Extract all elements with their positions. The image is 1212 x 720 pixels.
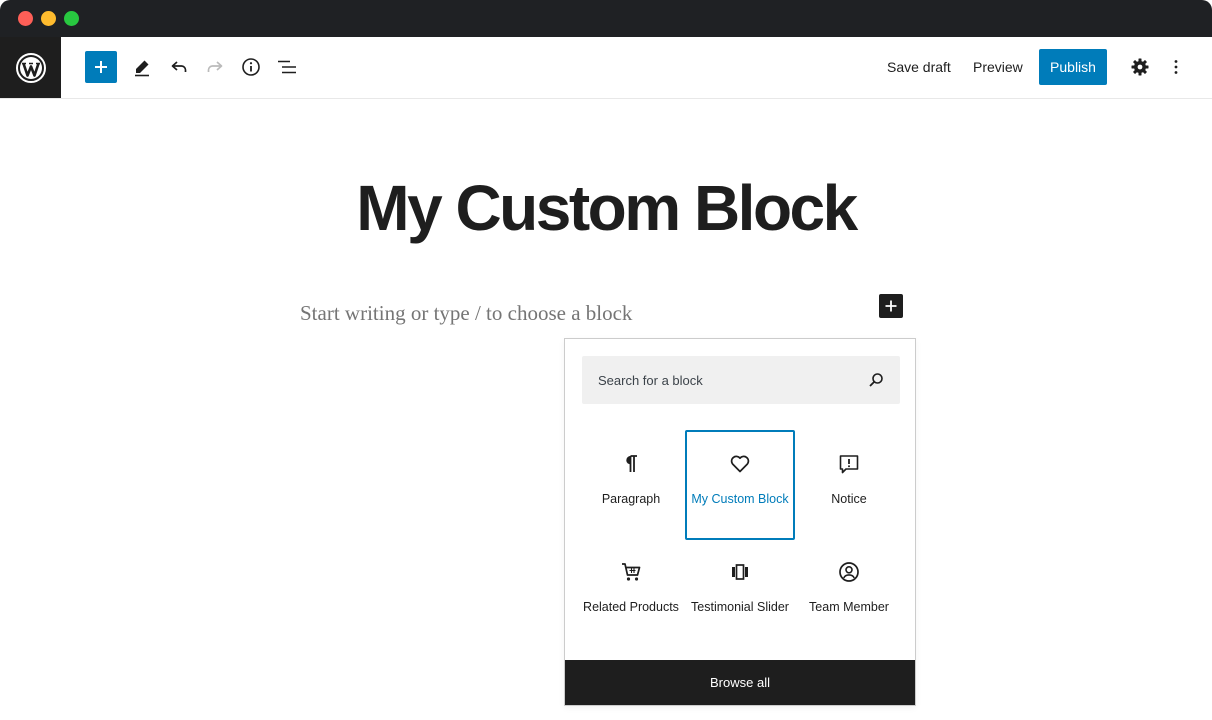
- block-placeholder[interactable]: Start writing or type / to choose a bloc…: [300, 298, 632, 328]
- user-circle-icon: [839, 562, 859, 582]
- redo-icon: [207, 61, 223, 72]
- heart-icon: [730, 455, 750, 473]
- editor-window: Save draft Preview Publish My Custom Blo…: [0, 0, 1212, 720]
- plus-icon: [885, 300, 897, 312]
- block-item-team-member[interactable]: Team Member: [794, 538, 904, 648]
- browse-all-button[interactable]: Browse all: [565, 660, 915, 705]
- settings-button[interactable]: [1122, 49, 1158, 85]
- publish-button[interactable]: Publish: [1039, 49, 1107, 85]
- block-item-label: My Custom Block: [691, 492, 789, 506]
- block-item-label: Paragraph: [601, 492, 661, 506]
- block-item-paragraph[interactable]: Paragraph: [576, 430, 686, 540]
- save-draft-button[interactable]: Save draft: [887, 55, 951, 79]
- info-icon: [242, 58, 260, 76]
- gear-icon: [1131, 58, 1149, 76]
- block-search: [582, 356, 900, 404]
- search-icon: [869, 373, 883, 387]
- options-menu-button[interactable]: [1158, 49, 1194, 85]
- post-title[interactable]: My Custom Block: [0, 170, 1212, 246]
- block-item-label: Related Products: [583, 600, 679, 614]
- block-item-my-custom-block[interactable]: My Custom Block: [685, 430, 795, 540]
- minimize-window-button[interactable]: [41, 11, 56, 26]
- close-window-button[interactable]: [18, 11, 33, 26]
- block-item-label: Notice: [831, 492, 867, 506]
- block-inserter-toggle[interactable]: [85, 51, 117, 83]
- cart-icon: [622, 563, 641, 581]
- tools-button[interactable]: [124, 49, 160, 85]
- block-search-input[interactable]: [582, 356, 852, 404]
- maximize-window-button[interactable]: [64, 11, 79, 26]
- block-item-testimonial-slider[interactable]: Testimonial Slider: [685, 538, 795, 648]
- block-inserter-popover: Paragraph My Custom Block: [564, 338, 916, 706]
- plus-icon: [95, 61, 107, 73]
- list-view-button[interactable]: [269, 49, 305, 85]
- undo-icon: [171, 61, 187, 72]
- wordpress-logo-icon: [15, 52, 46, 83]
- details-button[interactable]: [233, 49, 269, 85]
- slider-icon: [732, 564, 748, 580]
- block-grid: Paragraph My Custom Block Notice Related…: [576, 430, 904, 646]
- block-item-related-products[interactable]: Related Products: [576, 538, 686, 648]
- list-view-icon: [278, 60, 296, 74]
- undo-button[interactable]: [161, 49, 197, 85]
- pencil-icon: [135, 60, 149, 77]
- block-item-label: Testimonial Slider: [691, 600, 789, 614]
- redo-button[interactable]: [197, 49, 233, 85]
- more-vertical-icon: [1174, 60, 1178, 74]
- editor-toolbar: Save draft Preview Publish: [0, 37, 1212, 99]
- block-item-notice[interactable]: Notice: [794, 430, 904, 540]
- add-block-button[interactable]: [879, 294, 903, 318]
- window-titlebar: [0, 0, 1212, 37]
- block-item-label: Team Member: [809, 600, 889, 614]
- wordpress-logo-button[interactable]: [0, 37, 61, 98]
- notice-icon: [839, 455, 859, 474]
- preview-button[interactable]: Preview: [973, 55, 1023, 79]
- paragraph-icon: [626, 455, 637, 472]
